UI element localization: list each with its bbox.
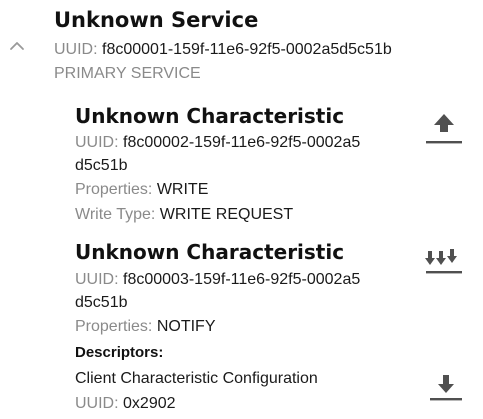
- characteristic-uuid-label: UUID:: [75, 134, 119, 151]
- characteristic-uuid: UUID: f8c00003-159f-11e6-92f5-0002a5: [75, 270, 360, 290]
- characteristic-uuid-continued: d5c51b: [75, 294, 128, 311]
- characteristic-uuid-value: f8c00003-159f-11e6-92f5-0002a5: [123, 271, 361, 288]
- download-icon[interactable]: [428, 373, 464, 403]
- upload-icon[interactable]: [424, 112, 464, 148]
- chevron-up-icon[interactable]: [9, 40, 25, 52]
- descriptor-uuid: UUID: 0x2902: [75, 394, 176, 414]
- characteristic-uuid-value: f8c00002-159f-11e6-92f5-0002a5: [123, 134, 361, 151]
- characteristic-uuid-continued: d5c51b: [75, 157, 128, 174]
- service-uuid-label: UUID:: [54, 41, 98, 58]
- write-type-value: WRITE REQUEST: [159, 206, 294, 223]
- descriptor-uuid-value: 0x2902: [123, 395, 176, 412]
- properties-label: Properties:: [75, 318, 153, 335]
- properties-label: Properties:: [75, 181, 153, 198]
- characteristic-uuid-label: UUID:: [75, 271, 119, 288]
- properties-value: NOTIFY: [156, 318, 216, 335]
- characteristic-properties: Properties: NOTIFY: [75, 317, 216, 337]
- enable-notifications-icon[interactable]: [424, 248, 464, 284]
- service-title: Unknown Service: [54, 8, 259, 32]
- descriptor-name: Client Characteristic Configuration: [75, 370, 318, 387]
- descriptor-uuid-label: UUID:: [75, 395, 119, 412]
- service-uuid: UUID: f8c00001-159f-11e6-92f5-0002a5d5c5…: [54, 40, 392, 60]
- service-uuid-value: f8c00001-159f-11e6-92f5-0002a5d5c51b: [102, 41, 392, 58]
- characteristic-title: Unknown Characteristic: [75, 240, 345, 264]
- characteristic-properties: Properties: WRITE: [75, 180, 208, 200]
- characteristic-uuid: UUID: f8c00002-159f-11e6-92f5-0002a5: [75, 133, 360, 153]
- characteristic-title: Unknown Characteristic: [75, 104, 345, 128]
- service-type: PRIMARY SERVICE: [54, 65, 201, 82]
- characteristic-write-type: Write Type: WRITE REQUEST: [75, 205, 293, 225]
- descriptors-heading: Descriptors:: [75, 344, 164, 361]
- properties-value: WRITE: [156, 181, 209, 198]
- write-type-label: Write Type:: [75, 206, 156, 223]
